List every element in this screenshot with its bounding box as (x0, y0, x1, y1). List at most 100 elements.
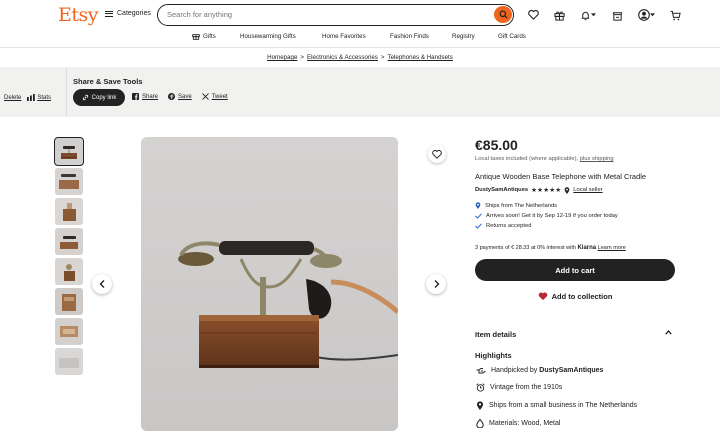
stats-link[interactable]: Stats (27, 94, 51, 101)
breadcrumb-separator: > (380, 54, 385, 61)
vintage-text: Vintage from the 1910s (490, 384, 563, 391)
cart-icon[interactable] (668, 8, 682, 22)
favorite-button[interactable] (428, 145, 446, 163)
chevron-down-icon (649, 13, 655, 17)
feature-arrives-soon: Arrives soon! Get it by Sep 12-19 if you… (475, 213, 618, 219)
notifications-bell-icon[interactable] (578, 8, 598, 22)
favorites-heart-icon[interactable] (526, 8, 540, 22)
highlight-materials: Materials: Wood, Metal (476, 419, 637, 428)
location-pin-icon (475, 202, 481, 209)
subnav-home-favorites[interactable]: Home Favorites (322, 33, 366, 40)
taxes-note: Local taxes included (where applicable),… (475, 156, 614, 162)
thumbnail-2[interactable] (55, 168, 83, 195)
klarna-amount: € 28.33 (511, 245, 530, 251)
main-product-image[interactable] (141, 137, 398, 431)
materials-drop-icon (476, 419, 484, 428)
previous-image-button[interactable] (92, 274, 112, 294)
subnav-fashion-finds[interactable]: Fashion Finds (390, 33, 429, 40)
shop-name-link[interactable]: DustySamAntiques (475, 187, 528, 193)
subnav-gifts-label: Gifts (203, 32, 216, 40)
ships-text: Ships from a small business in The Nethe… (489, 402, 638, 409)
feature-returns: Returns accepted (475, 223, 618, 229)
feature-arrives-text: Arrives soon! Get it by Sep 12-19 if you… (486, 213, 618, 219)
plus-shipping-link[interactable]: plus shipping (580, 156, 614, 162)
breadcrumb: Homepage > Electronics & Accessories > Telep… (0, 54, 720, 61)
next-image-button[interactable] (426, 274, 446, 294)
search-bar[interactable]: Search for anything (157, 4, 514, 26)
klarna-mid: at 0% interest with (530, 245, 576, 251)
chevron-left-icon (99, 280, 104, 288)
facebook-share[interactable]: Share (132, 93, 158, 100)
subnav-housewarming-gifts[interactable]: Housewarming Gifts (240, 33, 296, 40)
search-button[interactable] (494, 6, 512, 23)
item-details-header[interactable]: Item details (475, 330, 516, 339)
item-details-toggle[interactable] (665, 329, 672, 337)
highlights-title: Highlights (475, 351, 512, 360)
pinterest-save[interactable]: Save (168, 93, 192, 100)
klarna-learn-more-link[interactable]: Learn more (598, 245, 626, 251)
rating-stars[interactable]: ★★★★★ (531, 186, 561, 194)
stats-label: Stats (37, 94, 52, 101)
gift-icon[interactable] (552, 8, 566, 22)
heart-outline-icon (432, 149, 442, 159)
save-label: Save (178, 93, 192, 100)
price: €85.00 (475, 137, 518, 153)
copy-link-button[interactable]: Copy link (73, 89, 125, 106)
breadcrumb-separator: > (300, 54, 305, 61)
hand-icon (476, 368, 486, 374)
breadcrumb-electronics[interactable]: Electronics & Accessories (307, 54, 378, 61)
shop-info: DustySamAntiques ★★★★★ Local seller (475, 186, 603, 194)
add-to-collection-label: Add to collection (551, 292, 613, 301)
x-tweet[interactable]: Tweet (201, 93, 228, 100)
link-icon (82, 94, 88, 101)
highlights-list: Handpicked by DustySamAntiques Vintage f… (476, 366, 637, 428)
alarm-clock-icon (476, 383, 485, 392)
thumbnail-6[interactable] (55, 288, 83, 315)
chevron-right-icon (434, 280, 439, 288)
shop-manager-icon[interactable] (610, 8, 624, 22)
breadcrumb-homepage[interactable]: Homepage (267, 54, 297, 61)
thumbnail-4[interactable] (55, 228, 83, 255)
klarna-logo: Klarna (577, 245, 597, 251)
chevron-down-icon (591, 13, 596, 17)
thumbnail-1[interactable] (54, 137, 84, 166)
thumbnail-strip (54, 137, 84, 375)
local-seller-link[interactable]: Local seller (573, 187, 602, 193)
chevron-up-icon (665, 329, 672, 335)
check-icon (475, 213, 482, 219)
handpicked-prefix: Handpicked by (491, 366, 538, 374)
thumbnail-5[interactable] (55, 258, 83, 285)
delete-link[interactable]: Delete (4, 95, 21, 101)
search-input[interactable]: Search for anything (167, 10, 232, 19)
account-avatar-icon[interactable] (636, 8, 656, 22)
thumbnail-7[interactable] (55, 318, 83, 345)
tweet-label: Tweet (211, 93, 228, 100)
facebook-icon (132, 93, 139, 100)
thumbnail-8[interactable] (55, 348, 83, 375)
header-divider (0, 47, 720, 48)
breadcrumb-telephones[interactable]: Telephones & Handsets (388, 54, 453, 61)
highlight-vintage: Vintage from the 1910s (476, 383, 637, 392)
search-icon (498, 10, 508, 19)
etsy-logo[interactable]: Etsy (58, 4, 99, 26)
product-title: Antique Wooden Base Telephone with Metal… (475, 172, 647, 181)
add-to-cart-button[interactable]: Add to cart (475, 259, 675, 281)
handpicked-shop-link[interactable]: DustySamAntiques (539, 367, 603, 374)
subnav-registry[interactable]: Registry (452, 33, 475, 40)
share-save-title: Share & Save Tools (73, 77, 143, 86)
add-to-collection-button[interactable]: Add to collection (475, 292, 675, 301)
feature-returns-text: Returns accepted (486, 223, 532, 229)
subnav-gifts[interactable]: Gifts (192, 32, 216, 40)
menu-icon (105, 10, 113, 17)
copy-link-label: Copy link (91, 94, 117, 101)
highlight-ships: Ships from a small business in The Nethe… (476, 401, 637, 410)
x-icon (201, 93, 209, 100)
categories-button[interactable]: Categories (105, 10, 151, 17)
share-label: Share (142, 93, 159, 100)
listing-features: Ships from The Netherlands Arrives soon!… (475, 202, 618, 229)
subnav-gift-cards[interactable]: Gift Cards (498, 33, 526, 40)
materials-text: Materials: Wood, Metal (489, 420, 561, 427)
thumbnail-3[interactable] (55, 198, 83, 225)
heart-filled-icon (538, 292, 547, 301)
check-icon (475, 223, 482, 229)
